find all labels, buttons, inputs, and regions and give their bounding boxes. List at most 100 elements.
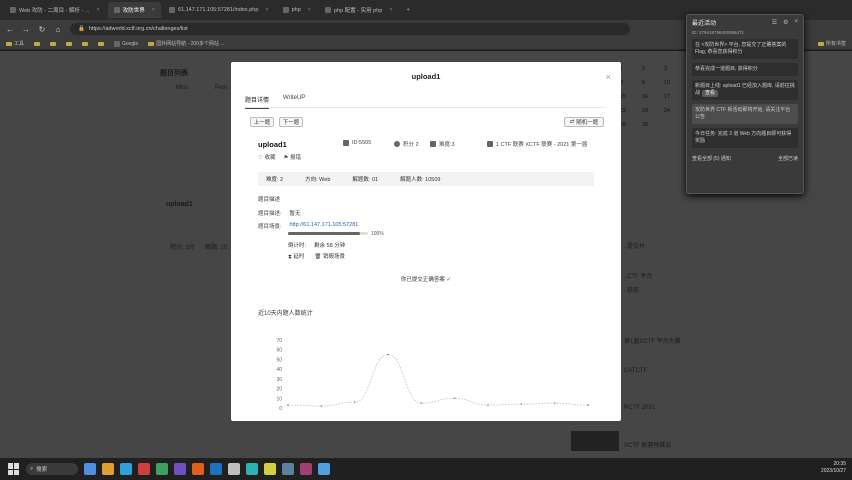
close-tab-icon[interactable]: × <box>97 7 100 13</box>
bookmark-item[interactable] <box>34 41 41 46</box>
news-title[interactable]: XCTF 联赛预赛会 <box>624 440 671 449</box>
y-tick-label: 0 <box>279 406 282 412</box>
challenge-modal: upload1 × 题目详情 WriteUP 上一题 下一题 ⇄ 随机一题 upl… <box>231 62 621 421</box>
bookmark-item[interactable] <box>98 41 105 46</box>
taskbar: ⌕ 搜索 20:35 2023/10/27 <box>0 458 852 480</box>
description-heading: 题目描述 <box>258 197 281 203</box>
favicon-icon <box>325 7 332 13</box>
news-title[interactable]: RCTF 2021 <box>624 405 655 411</box>
google-icon <box>114 40 121 47</box>
bookmark-item[interactable] <box>50 41 57 46</box>
browser-tab[interactable]: Web 攻防 - 二周目 - 解析 - ... × <box>4 2 106 18</box>
data-point <box>487 404 489 406</box>
new-tab-button[interactable]: + <box>401 2 416 18</box>
taskbar-app-icon[interactable] <box>84 463 96 475</box>
category-tab[interactable]: Misc <box>176 85 188 91</box>
close-icon[interactable]: × <box>606 72 611 82</box>
taskbar-app-icon[interactable] <box>264 463 276 475</box>
news-title[interactable]: 第1届XCTF 平台大赛 <box>624 336 681 345</box>
folder-icon <box>66 41 73 46</box>
delay-button[interactable]: ⧗ 延时 <box>288 252 304 261</box>
y-tick-label: 40 <box>276 367 282 373</box>
reload-icon[interactable]: ↻ <box>38 25 46 34</box>
taskbar-app-icon[interactable] <box>138 463 150 475</box>
next-button[interactable]: 下一题 <box>279 117 303 127</box>
close-tab-icon[interactable]: × <box>389 7 392 13</box>
folder-icon <box>34 41 41 46</box>
taskbar-app-icon[interactable] <box>300 463 312 475</box>
y-tick-label: 10 <box>276 396 282 402</box>
favorite-button[interactable]: ♡ 收藏 <box>258 153 275 161</box>
destroy-button[interactable]: 🗑 销毁场景 <box>314 252 345 261</box>
taskbar-app-icon[interactable] <box>210 463 222 475</box>
challenge-card-title[interactable]: upload1 <box>166 201 193 208</box>
folder-icon <box>98 41 105 46</box>
taskbar-app-icon[interactable] <box>318 463 330 475</box>
scene-actions: ⧗ 延时 🗑 销毁场景 <box>288 252 345 261</box>
system-clock[interactable]: 20:35 2023/10/27 <box>821 461 846 475</box>
notification-item[interactable]: 新题目上线: upload1 已经加入题库, 请前往挑战 查看 <box>692 80 798 100</box>
scene-row: 题目场景: http://61.147.171.105:57281 <box>258 222 359 230</box>
close-tab-icon[interactable]: × <box>308 7 311 13</box>
taskbar-app-icon[interactable] <box>174 463 186 475</box>
data-point <box>520 403 523 406</box>
other-bookmarks[interactable]: 所有书签 <box>817 40 846 47</box>
filter-icon[interactable]: ☰ <box>772 19 777 26</box>
bookmark-item[interactable]: 工具 <box>6 40 24 47</box>
bookmark-item[interactable] <box>82 41 89 46</box>
notification-item[interactable]: 今日任务: 完成 3 道 Web 方向题目即可获得奖励 <box>692 128 798 148</box>
taskbar-app-icon[interactable] <box>246 463 258 475</box>
notification-item[interactable]: 恭喜完成一道题目, 获得积分 <box>692 63 798 76</box>
bookmark-google[interactable]: Google <box>114 40 138 47</box>
taskbar-app-icon[interactable] <box>192 463 204 475</box>
taskbar-app-icon[interactable] <box>228 463 240 475</box>
taskbar-search[interactable]: ⌕ 搜索 <box>26 463 78 475</box>
y-tick-label: 50 <box>276 357 282 363</box>
panel-header: 最近活动 ☰ ⚙ × <box>692 19 798 27</box>
scene-progress <box>288 232 368 235</box>
news-thumbnail <box>571 431 619 451</box>
news-title[interactable]: CATCTF <box>624 368 647 374</box>
heart-icon: ♡ <box>258 155 263 161</box>
report-button[interactable]: ⚑ 报错 <box>283 153 300 161</box>
close-tab-icon[interactable]: × <box>152 7 155 13</box>
solve-text: 解题: 10 <box>205 245 228 251</box>
taskbar-app-icon[interactable] <box>120 463 132 475</box>
data-point <box>320 405 323 407</box>
url-input[interactable]: 🔒 https://adworld.xctf.org.cn/challenges/… <box>70 23 630 35</box>
bookmark-item[interactable] <box>66 41 73 46</box>
panel-footer: 查看全部 (5) 通知 全部已读 <box>687 152 803 165</box>
y-tick-label: 70 <box>276 338 282 344</box>
close-tab-icon[interactable]: × <box>265 7 268 13</box>
forward-icon[interactable]: → <box>22 25 30 34</box>
home-icon[interactable]: ⌂ <box>54 25 62 34</box>
category-tab[interactable]: Pwn <box>215 85 227 91</box>
view-button[interactable]: 查看 <box>702 90 719 97</box>
back-icon[interactable]: ← <box>6 25 14 34</box>
hourglass-icon: ⧗ <box>288 254 292 260</box>
taskbar-app-icon[interactable] <box>282 463 294 475</box>
submitted-status: 你已提交正确答案 ✓ <box>400 277 452 283</box>
data-point <box>587 404 589 406</box>
trash-icon: 🗑 <box>314 254 322 260</box>
taskbar-app-icon[interactable] <box>156 463 168 475</box>
browser-tab-active[interactable]: 攻防世界 × <box>107 2 161 18</box>
scene-link[interactable]: http://61.147.171.105:57281 <box>290 222 359 230</box>
close-icon[interactable]: × <box>794 19 798 26</box>
start-button[interactable] <box>8 463 20 475</box>
view-all-link[interactable]: 查看全部 (5) 通知 <box>692 155 731 162</box>
notification-item[interactable]: 在 <攻防世界> 平台, 您提交了正确答案的Flag, 恭喜您获得积分 <box>692 39 798 59</box>
taskbar-app-icon[interactable] <box>102 463 114 475</box>
settings-icon[interactable]: ⚙ <box>783 19 788 26</box>
y-tick-label: 20 <box>276 387 282 393</box>
browser-tab[interactable]: php 配置 - 实用 php × <box>319 2 399 18</box>
folder-icon <box>6 41 12 46</box>
mark-read-link[interactable]: 全部已读 <box>778 155 798 162</box>
browser-tab[interactable]: php × <box>277 2 317 18</box>
prev-button[interactable]: 上一题 <box>250 117 274 127</box>
notification-item[interactable]: 攻防世界 CTF 新活动即将开始, 请关注平台公告 <box>692 104 798 124</box>
bookmark-item[interactable]: 国外网站导航 - 200多个网站 ... <box>148 40 224 47</box>
browser-tab[interactable]: 61.147.171.105:57281/index.php × <box>163 2 275 18</box>
random-button[interactable]: ⇄ 随机一题 <box>564 117 604 127</box>
favicon-icon <box>168 7 175 13</box>
